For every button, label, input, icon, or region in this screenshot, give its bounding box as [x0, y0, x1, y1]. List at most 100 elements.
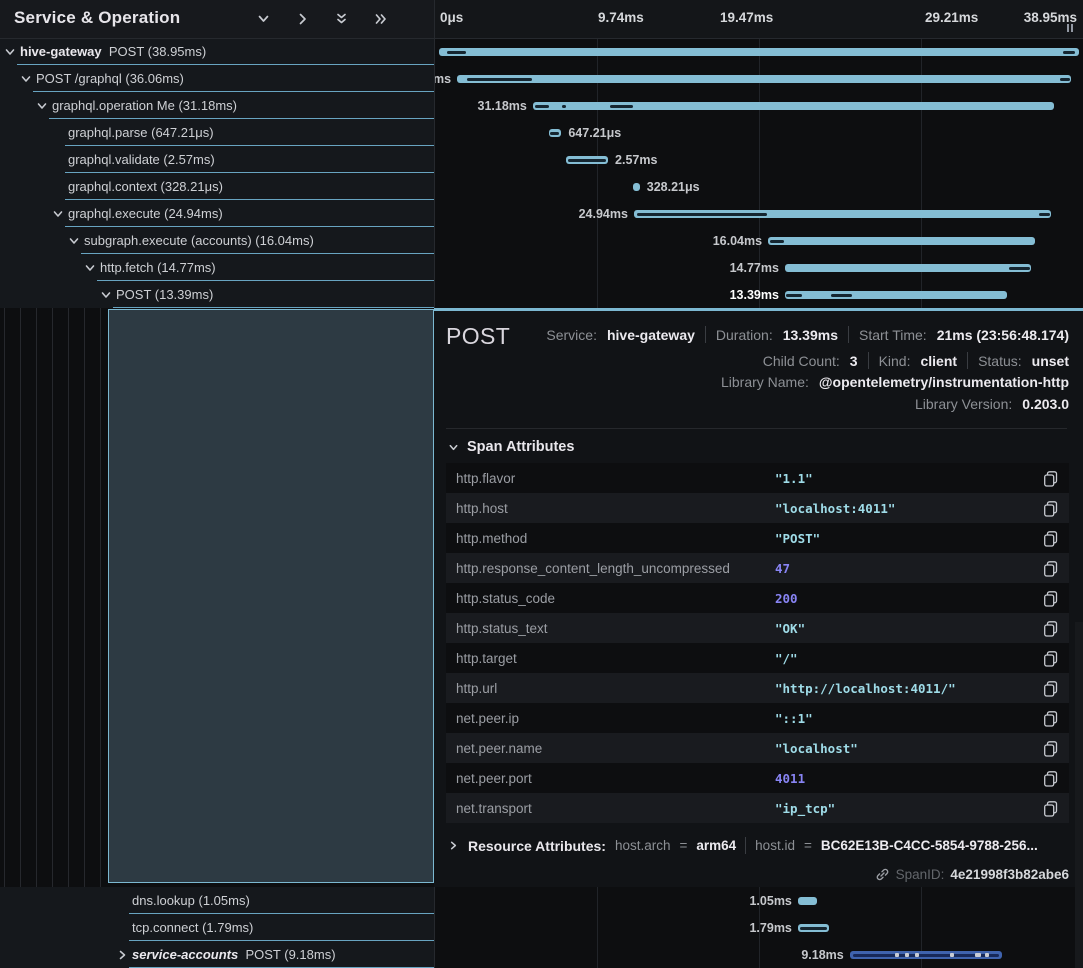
tick-label: 9.74ms: [598, 10, 644, 25]
tree-row[interactable]: graphql.operation Me (31.18ms): [0, 92, 434, 119]
duration-label: 328.21μs: [647, 180, 700, 194]
tree-row[interactable]: subgraph.execute (accounts) (16.04ms): [0, 227, 434, 254]
duration-label: 2.57ms: [615, 153, 657, 167]
timeline-row[interactable]: 14.77ms: [435, 254, 1083, 281]
copy-icon[interactable]: [1042, 800, 1059, 823]
child-span-marker: [568, 159, 606, 162]
timeline-row[interactable]: 36.06ms: [435, 65, 1083, 92]
field-value: hive-gateway: [607, 327, 695, 343]
timeline-row[interactable]: 1.05ms: [435, 887, 1083, 914]
attribute-row: http.status_code200: [446, 583, 1069, 613]
chevron-right-icon[interactable]: [295, 12, 310, 26]
tree-row[interactable]: service-accounts POST (9.18ms): [0, 941, 434, 968]
copy-icon[interactable]: [1042, 650, 1059, 673]
timeline-row[interactable]: 38.95ms: [435, 38, 1083, 65]
tree-row[interactable]: graphql.parse (647.21μs): [0, 119, 434, 146]
child-span-marker: [786, 294, 802, 297]
resource-attributes-row[interactable]: Resource Attributes: host.arch=arm64host…: [448, 837, 1038, 854]
span-duration-bar[interactable]: [457, 75, 1071, 83]
span-overview-line: Library Version:0.203.0: [915, 396, 1069, 412]
timeline-row[interactable]: 328.21μs: [435, 173, 1083, 200]
span-name-label: subgraph.execute (accounts) (16.04ms): [84, 233, 314, 248]
span-overview-line: Service:hive-gatewayDuration:13.39msStar…: [546, 326, 1069, 343]
duration-label: 647.21μs: [568, 126, 621, 140]
span-duration-bar[interactable]: [785, 264, 1031, 272]
span-duration-bar[interactable]: [633, 183, 639, 191]
tree-row[interactable]: hive-gateway POST (38.95ms): [0, 38, 434, 65]
tree-row[interactable]: POST (13.39ms): [0, 281, 434, 308]
collapse-chevron-down-icon[interactable]: [20, 72, 32, 90]
tree-row[interactable]: http.fetch (14.77ms): [0, 254, 434, 281]
span-name-label: POST /graphql (36.06ms): [36, 71, 184, 86]
copy-icon[interactable]: [1042, 560, 1059, 583]
copy-icon[interactable]: [1042, 680, 1059, 703]
timeline-row[interactable]: 1.79ms: [435, 914, 1083, 941]
copy-icon[interactable]: [1042, 590, 1059, 613]
timeline-row[interactable]: 2.57ms: [435, 146, 1083, 173]
span-attributes-table: http.flavor"1.1"http.host"localhost:4011…: [446, 463, 1069, 823]
copy-icon[interactable]: [1042, 770, 1059, 793]
tree-row[interactable]: tcp.connect (1.79ms): [0, 914, 434, 941]
copy-icon[interactable]: [1042, 620, 1059, 643]
child-span-marker: [447, 51, 466, 54]
child-span-marker: [550, 132, 558, 135]
collapse-chevron-down-icon[interactable]: [36, 99, 48, 117]
field-divider: [705, 326, 706, 343]
field-value: client: [920, 353, 957, 369]
timeline-row[interactable]: 9.18ms: [435, 941, 1083, 968]
attribute-row: http.host"localhost:4011": [446, 493, 1069, 523]
attribute-key: http.method: [456, 531, 527, 546]
resource-key: host.id: [755, 838, 795, 853]
collapse-chevron-down-icon[interactable]: [4, 45, 16, 63]
field-divider: [745, 837, 746, 854]
copy-icon[interactable]: [1042, 740, 1059, 763]
child-span-marker: [535, 105, 549, 108]
timeline-row[interactable]: 31.18ms: [435, 92, 1083, 119]
child-span-dot: [985, 953, 989, 957]
service-name: service-accounts: [132, 947, 238, 962]
tree-row[interactable]: graphql.context (328.21μs): [0, 173, 434, 200]
tree-row[interactable]: dns.lookup (1.05ms): [0, 887, 434, 914]
service-operation-title: Service & Operation: [14, 8, 180, 28]
copy-icon[interactable]: [1042, 470, 1059, 493]
span-attributes-toggle[interactable]: Span Attributes: [448, 439, 574, 455]
span-duration-bar[interactable]: [798, 897, 817, 905]
detail-scrollbar[interactable]: [1075, 622, 1083, 968]
collapse-chevron-down-icon[interactable]: [100, 288, 112, 306]
child-span-dot: [975, 953, 981, 957]
span-name-label: tcp.connect (1.79ms): [132, 920, 253, 935]
span-duration-bar[interactable]: [439, 48, 1079, 56]
span-duration-bar[interactable]: [785, 291, 1007, 299]
collapse-chevron-down-icon[interactable]: [52, 207, 64, 225]
duration-label: 9.18ms: [801, 948, 843, 962]
span-detail-panel: POST Service:hive-gatewayDuration:13.39m…: [434, 308, 1083, 887]
double-chevron-down-icon[interactable]: [334, 12, 349, 26]
copy-icon[interactable]: [1042, 710, 1059, 733]
collapse-chevron-down-icon[interactable]: [84, 261, 96, 279]
timeline-row[interactable]: 16.04ms: [435, 227, 1083, 254]
tree-row[interactable]: POST /graphql (36.06ms): [0, 65, 434, 92]
timeline-row[interactable]: 13.39ms: [435, 281, 1083, 308]
collapse-chevron-down-icon[interactable]: [68, 234, 80, 252]
equals-sign: =: [804, 838, 812, 853]
double-chevron-right-icon[interactable]: [373, 12, 388, 26]
span-duration-bar[interactable]: [768, 237, 1035, 245]
timeline-row[interactable]: 647.21μs: [435, 119, 1083, 146]
service-operation-header: Service & Operation: [0, 0, 434, 39]
column-resizer-grip[interactable]: [1067, 24, 1073, 32]
copy-icon[interactable]: [1042, 500, 1059, 523]
expand-chevron-right-icon[interactable]: [116, 948, 128, 966]
timeline-row[interactable]: 24.94ms: [435, 200, 1083, 227]
attribute-value: "1.1": [775, 471, 813, 486]
field-label: Kind:: [879, 353, 911, 369]
span-name-label: graphql.context (328.21μs): [68, 179, 223, 194]
copy-icon[interactable]: [1042, 530, 1059, 553]
chevron-down-icon[interactable]: [256, 12, 271, 26]
tree-row[interactable]: graphql.validate (2.57ms): [0, 146, 434, 173]
resource-value: BC62E13B-C4CC-5854-9788-256...: [821, 838, 1038, 853]
tree-row[interactable]: graphql.execute (24.94ms): [0, 200, 434, 227]
attribute-key: http.target: [456, 651, 517, 666]
child-span-dot: [950, 953, 954, 957]
link-icon[interactable]: [875, 867, 890, 882]
span-name-label: graphql.parse (647.21μs): [68, 125, 214, 140]
